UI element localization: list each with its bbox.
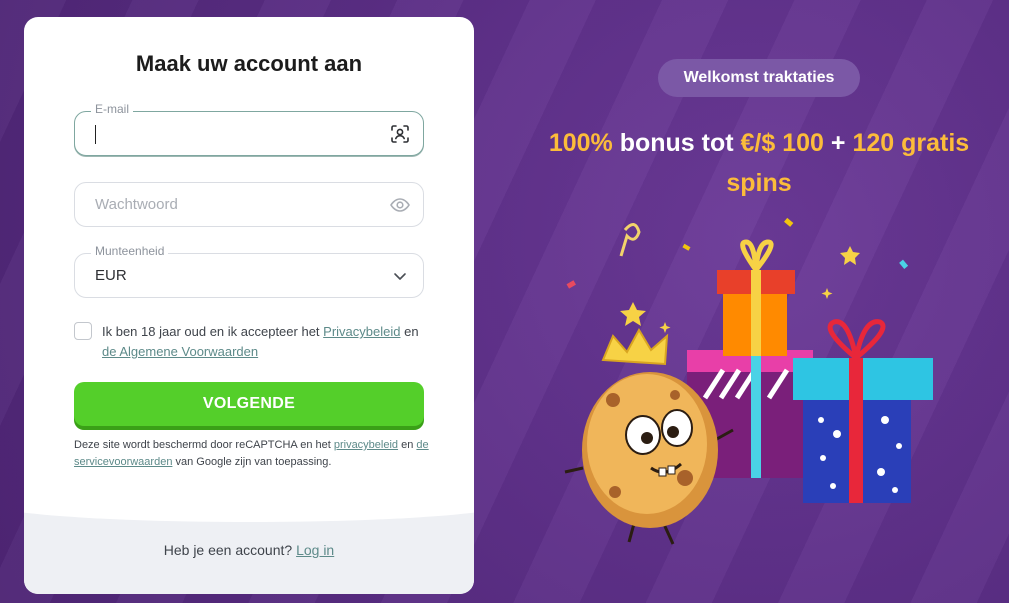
password-field[interactable]: Wachtwoord <box>74 182 424 227</box>
google-privacy-link[interactable]: privacybeleid <box>334 439 398 451</box>
star <box>620 302 646 326</box>
promo-amount: €/$ 100 <box>740 129 824 157</box>
consent-text-middle: en <box>400 324 419 339</box>
login-row: Heb je een account? Log in <box>24 542 474 558</box>
face-scan-icon[interactable] <box>389 123 411 145</box>
promo-text-bonus: bonus tot <box>612 129 741 157</box>
chevron-down-icon <box>389 265 411 287</box>
promo-plus: + <box>823 129 853 157</box>
next-button[interactable]: VOLGENDE <box>74 382 424 426</box>
confetti-streamer <box>619 223 641 257</box>
recaptcha-notice: Deze site wordt beschermd door reCAPTCHA… <box>74 437 429 471</box>
promo-headline: 100% bonus tot €/$ 100 + 120 gratis spin… <box>520 123 998 203</box>
login-prompt: Heb je een account? <box>163 542 293 558</box>
welcome-pill: Welkomst traktaties <box>658 59 860 97</box>
email-label: E-mail <box>91 102 134 116</box>
consent-checkbox[interactable] <box>74 322 92 340</box>
privacy-policy-link[interactable]: Privacybeleid <box>323 324 400 339</box>
eye-icon[interactable] <box>389 194 411 216</box>
cookie-gifts-illustration <box>564 217 933 545</box>
currency-value: EUR <box>95 267 127 284</box>
confetti-piece <box>899 259 909 269</box>
text-caret <box>95 125 96 144</box>
consent-text-start: Ik ben 18 jaar oud en ik accepteer het <box>102 324 324 339</box>
login-link[interactable]: Log in <box>296 542 334 558</box>
recaptcha-text-start: Deze site wordt beschermd door reCAPTCHA… <box>74 439 334 451</box>
sparkle <box>821 288 833 299</box>
gift-bow-yellow <box>740 239 774 272</box>
star <box>840 246 860 265</box>
password-placeholder: Wachtwoord <box>95 196 178 213</box>
gift-ribbon-red <box>849 358 863 503</box>
signup-card: Maak uw account aan E-mail Wachtwoord Mu… <box>24 17 474 594</box>
recaptcha-text-middle: en <box>398 439 417 451</box>
confetti-piece <box>682 243 691 251</box>
terms-link[interactable]: de Algemene Voorwaarden <box>102 344 258 359</box>
form-title: Maak uw account aan <box>135 51 363 76</box>
gift-ribbon-yellow <box>751 270 761 356</box>
recaptcha-text-end: van Google zijn van toepassing. <box>172 456 332 468</box>
email-field[interactable]: E-mail <box>74 102 424 156</box>
gift-bow-red <box>827 319 886 360</box>
currency-label: Munteenheid <box>91 244 169 258</box>
promo-percent: 100% <box>548 129 613 157</box>
currency-select[interactable]: Munteenheid EUR <box>74 244 424 298</box>
consent-text: Ik ben 18 jaar oud en ik accepteer het P… <box>102 322 432 362</box>
confetti-piece <box>784 217 794 227</box>
gift-ribbon-cyan <box>751 350 761 478</box>
confetti-piece <box>566 280 576 289</box>
sparkle <box>659 322 671 333</box>
